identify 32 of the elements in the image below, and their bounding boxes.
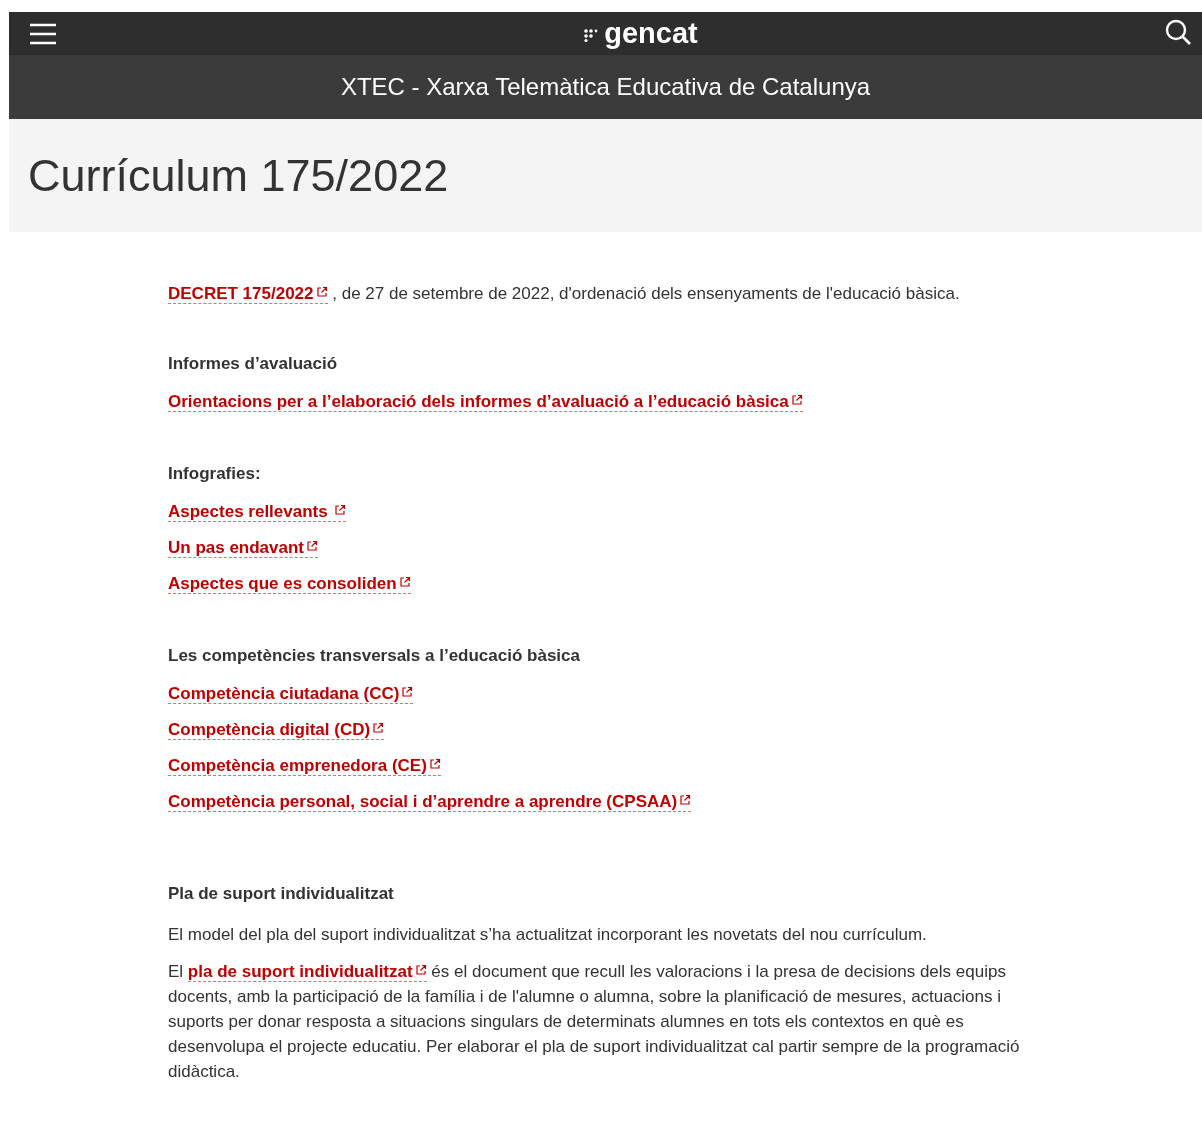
document-link[interactable]: Competència personal, social i d’aprendre a aprendre (CPSAA)	[168, 792, 692, 812]
paragraph: El model del pla del suport individualitzat s’ha actualitzat incorporant les novetats del nou currículum.	[168, 924, 928, 946]
plan-link[interactable]: pla de suport individualitzat	[187, 962, 427, 982]
section-heading: Informes d’avaluació	[168, 354, 339, 374]
decree-text: DECRET 175/2022 , de 27 de setembre de 2022, d'ordenació dels ensenyaments de l'educació bàsica.	[168, 284, 961, 304]
external-link-icon	[790, 394, 803, 406]
section-heading: Les competències transversals a l’educació bàsica	[168, 646, 581, 666]
external-link-icon	[414, 964, 427, 976]
external-link-icon	[398, 576, 411, 588]
gencat-logo[interactable]: gencat	[584, 17, 698, 50]
search-icon[interactable]	[1165, 18, 1191, 45]
external-link-icon	[401, 686, 414, 698]
section-heading: Infografies:	[168, 464, 262, 484]
decree-link[interactable]: DECRET 175/2022	[168, 284, 328, 304]
page-title: Currículum 175/2022	[28, 149, 449, 202]
menu-icon[interactable]	[29, 21, 57, 46]
document-link[interactable]: Un pas endavant	[168, 538, 319, 558]
document-link[interactable]: Aspectes que es consoliden	[168, 574, 411, 594]
external-link-icon	[679, 794, 692, 806]
external-link-icon	[372, 722, 385, 734]
document-link[interactable]: Aspectes rellevants	[168, 502, 347, 522]
paragraph: El pla de suport individualitzat és el document que recull les valoracions i la presa de decisions dels equips docents, amb la participació de la família i de l'alumne o alumna, sobre la planificació de mesures, actuacions i suports per donar resposta a situacions singulars de determinats alumnes en tots els contextos en què es desenvolupa el projecte educatiu. Per elaborar el pla de suport individualitzat cal partir sempre de la programació didàctica.	[168, 961, 1021, 1083]
external-link-icon	[334, 504, 347, 516]
document-link[interactable]: Competència ciutadana (CC)	[168, 684, 414, 704]
external-link-icon	[315, 286, 328, 298]
external-link-icon	[306, 540, 319, 552]
external-link-icon	[428, 758, 441, 770]
section-heading: Pla de suport individualitzat	[168, 884, 395, 904]
document-link[interactable]: Orientacions per a l’elaboració dels informes d’avaluació a l’educació bàsica	[168, 392, 803, 412]
site-title[interactable]: XTEC - Xarxa Telemàtica Educativa de Catalunya	[340, 73, 871, 101]
document-link[interactable]: Competència digital (CD)	[168, 720, 385, 740]
document-link[interactable]: Competència emprenedora (CE)	[168, 756, 441, 776]
